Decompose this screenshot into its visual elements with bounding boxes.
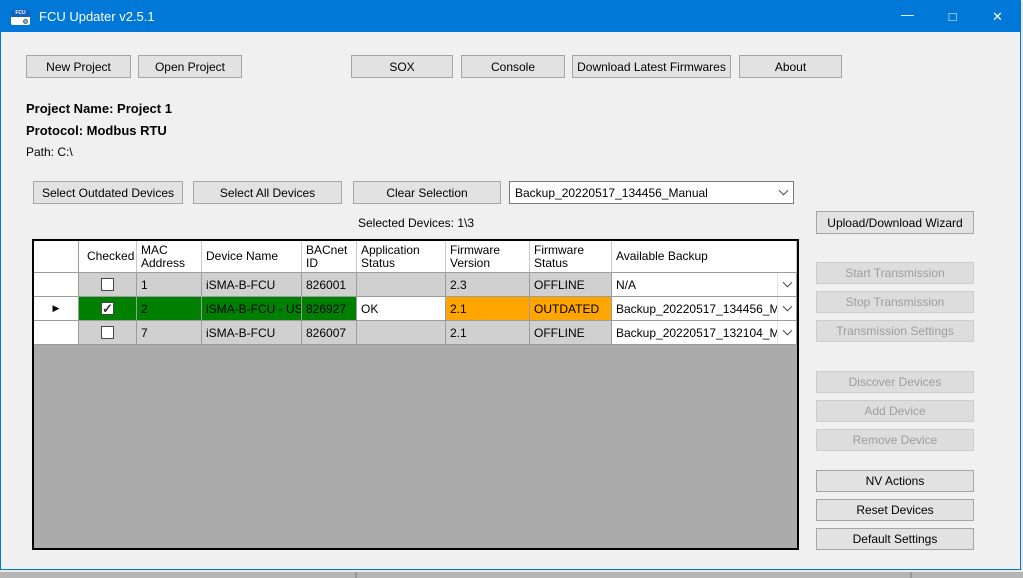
backup-cell-dropdown[interactable]: N/A	[612, 273, 796, 296]
bacnet-id-cell: 826927	[302, 297, 357, 321]
mac-address-cell: 7	[137, 321, 202, 345]
app-window: FCU FCU Updater v2.5.1 — □ ✕ New Project…	[0, 0, 1021, 570]
close-icon: ✕	[992, 9, 1003, 25]
column-header-available-backup[interactable]: Available Backup	[612, 241, 797, 273]
maximize-button[interactable]: □	[930, 1, 975, 32]
screen: FCU FCU Updater v2.5.1 — □ ✕ New Project…	[0, 0, 1023, 578]
firmware-version-cell: 2.1	[446, 297, 530, 321]
row-select-indicator[interactable]	[34, 321, 79, 345]
sox-button[interactable]: SOX	[351, 55, 453, 78]
firmware-status-cell: OFFLINE	[530, 321, 612, 345]
clear-selection-button[interactable]: Clear Selection	[353, 181, 501, 204]
app-icon-label: FCU	[11, 9, 30, 17]
firmware-status-cell: OUTDATED	[530, 297, 612, 321]
backup-combobox[interactable]: Backup_20220517_134456_Manual	[509, 181, 794, 204]
nv-actions-button[interactable]: NV Actions	[816, 470, 974, 492]
start-transmission-button: Start Transmission	[816, 262, 974, 284]
chevron-down-icon	[777, 273, 796, 296]
device-name-cell: iSMA-B-FCU	[202, 273, 302, 297]
upload-download-wizard-button[interactable]: Upload/Download Wizard	[816, 211, 974, 234]
row-checkbox[interactable]	[101, 326, 114, 339]
download-latest-firmwares-button[interactable]: Download Latest Firmwares	[572, 55, 731, 78]
row-checkbox[interactable]	[101, 278, 114, 291]
select-outdated-devices-button[interactable]: Select Outdated Devices	[33, 181, 183, 204]
backup-cell-dropdown[interactable]: Backup_20220517_132104_Ma...	[612, 321, 796, 344]
add-device-button: Add Device	[816, 400, 974, 422]
selected-devices-label: Selected Devices: 1\3	[301, 216, 531, 230]
firmware-status-cell: OFFLINE	[530, 273, 612, 297]
titlebar: FCU FCU Updater v2.5.1 — □ ✕	[1, 1, 1020, 32]
device-name-cell: iSMA-B-FCU - USB	[202, 297, 302, 321]
row-select-indicator[interactable]	[34, 297, 79, 321]
taskbar-strip	[0, 572, 1023, 578]
available-backup-cell: Backup_20220517_134456_Manu	[612, 297, 797, 321]
checked-cell[interactable]	[79, 297, 137, 321]
table-header-row: Checked MAC Address Device Name BACnet I…	[34, 241, 797, 273]
table-row[interactable]: 7 iSMA-B-FCU 826007 2.1 OFFLINE Backup_2…	[34, 321, 797, 345]
minimize-button[interactable]: —	[885, 1, 930, 32]
console-button[interactable]: Console	[461, 55, 565, 78]
column-header-application-status[interactable]: Application Status	[357, 241, 446, 273]
available-backup-cell: N/A	[612, 273, 797, 297]
checked-cell[interactable]	[79, 321, 137, 345]
select-all-devices-button[interactable]: Select All Devices	[193, 181, 342, 204]
minimize-icon: —	[901, 7, 914, 22]
close-button[interactable]: ✕	[975, 1, 1020, 32]
chevron-down-icon	[777, 321, 796, 344]
row-select-indicator[interactable]	[34, 273, 79, 297]
reset-devices-button[interactable]: Reset Devices	[816, 499, 974, 521]
protocol-text: Protocol: Modbus RTU	[26, 123, 167, 138]
column-header-firmware-status[interactable]: Firmware Status	[530, 241, 612, 273]
application-status-cell	[357, 273, 446, 297]
firmware-version-cell: 2.1	[446, 321, 530, 345]
stop-transmission-button: Stop Transmission	[816, 291, 974, 313]
bacnet-id-cell: 826007	[302, 321, 357, 345]
column-header-firmware-version[interactable]: Firmware Version	[446, 241, 530, 273]
device-table: Checked MAC Address Device Name BACnet I…	[32, 239, 799, 550]
window-title: FCU Updater v2.5.1	[39, 9, 155, 24]
app-icon: FCU	[11, 9, 30, 25]
column-header-bacnet-id[interactable]: BACnet ID	[302, 241, 357, 273]
taskbar-divider	[910, 572, 912, 578]
maximize-icon: □	[949, 9, 957, 24]
client-area: New Project Open Project SOX Console Dow…	[1, 32, 1020, 569]
default-settings-button[interactable]: Default Settings	[816, 528, 974, 550]
path-text: Path: C:\	[26, 145, 73, 159]
discover-devices-button: Discover Devices	[816, 371, 974, 393]
app-icon-gear	[23, 19, 28, 24]
column-header-device-name[interactable]: Device Name	[202, 241, 302, 273]
mac-address-cell: 1	[137, 273, 202, 297]
application-status-cell: OK	[357, 297, 446, 321]
bacnet-id-cell: 826001	[302, 273, 357, 297]
new-project-button[interactable]: New Project	[26, 55, 131, 78]
column-header-checked[interactable]: Checked	[79, 241, 137, 273]
application-status-cell	[357, 321, 446, 345]
chevron-down-icon	[773, 182, 793, 203]
window-controls: — □ ✕	[885, 1, 1020, 32]
row-checkbox[interactable]	[101, 302, 114, 315]
firmware-version-cell: 2.3	[446, 273, 530, 297]
column-header-mac-address[interactable]: MAC Address	[137, 241, 202, 273]
backup-combobox-value: Backup_20220517_134456_Manual	[510, 186, 773, 200]
table-row[interactable]: 2 iSMA-B-FCU - USB 826927 OK 2.1 OUTDATE…	[34, 297, 797, 321]
project-name-text: Project Name: Project 1	[26, 101, 172, 116]
about-button[interactable]: About	[739, 55, 842, 78]
chevron-down-icon	[777, 297, 796, 320]
table-empty-area	[34, 345, 797, 548]
available-backup-cell: Backup_20220517_132104_Ma...	[612, 321, 797, 345]
checked-cell[interactable]	[79, 273, 137, 297]
remove-device-button: Remove Device	[816, 429, 974, 451]
backup-cell-dropdown[interactable]: Backup_20220517_134456_Manu	[612, 297, 796, 320]
open-project-button[interactable]: Open Project	[138, 55, 242, 78]
taskbar-divider	[355, 572, 357, 578]
table-row[interactable]: 1 iSMA-B-FCU 826001 2.3 OFFLINE N/A	[34, 273, 797, 297]
transmission-settings-button: Transmission Settings	[816, 320, 974, 342]
mac-address-cell: 2	[137, 297, 202, 321]
column-header-indicator	[34, 241, 79, 273]
device-name-cell: iSMA-B-FCU	[202, 321, 302, 345]
